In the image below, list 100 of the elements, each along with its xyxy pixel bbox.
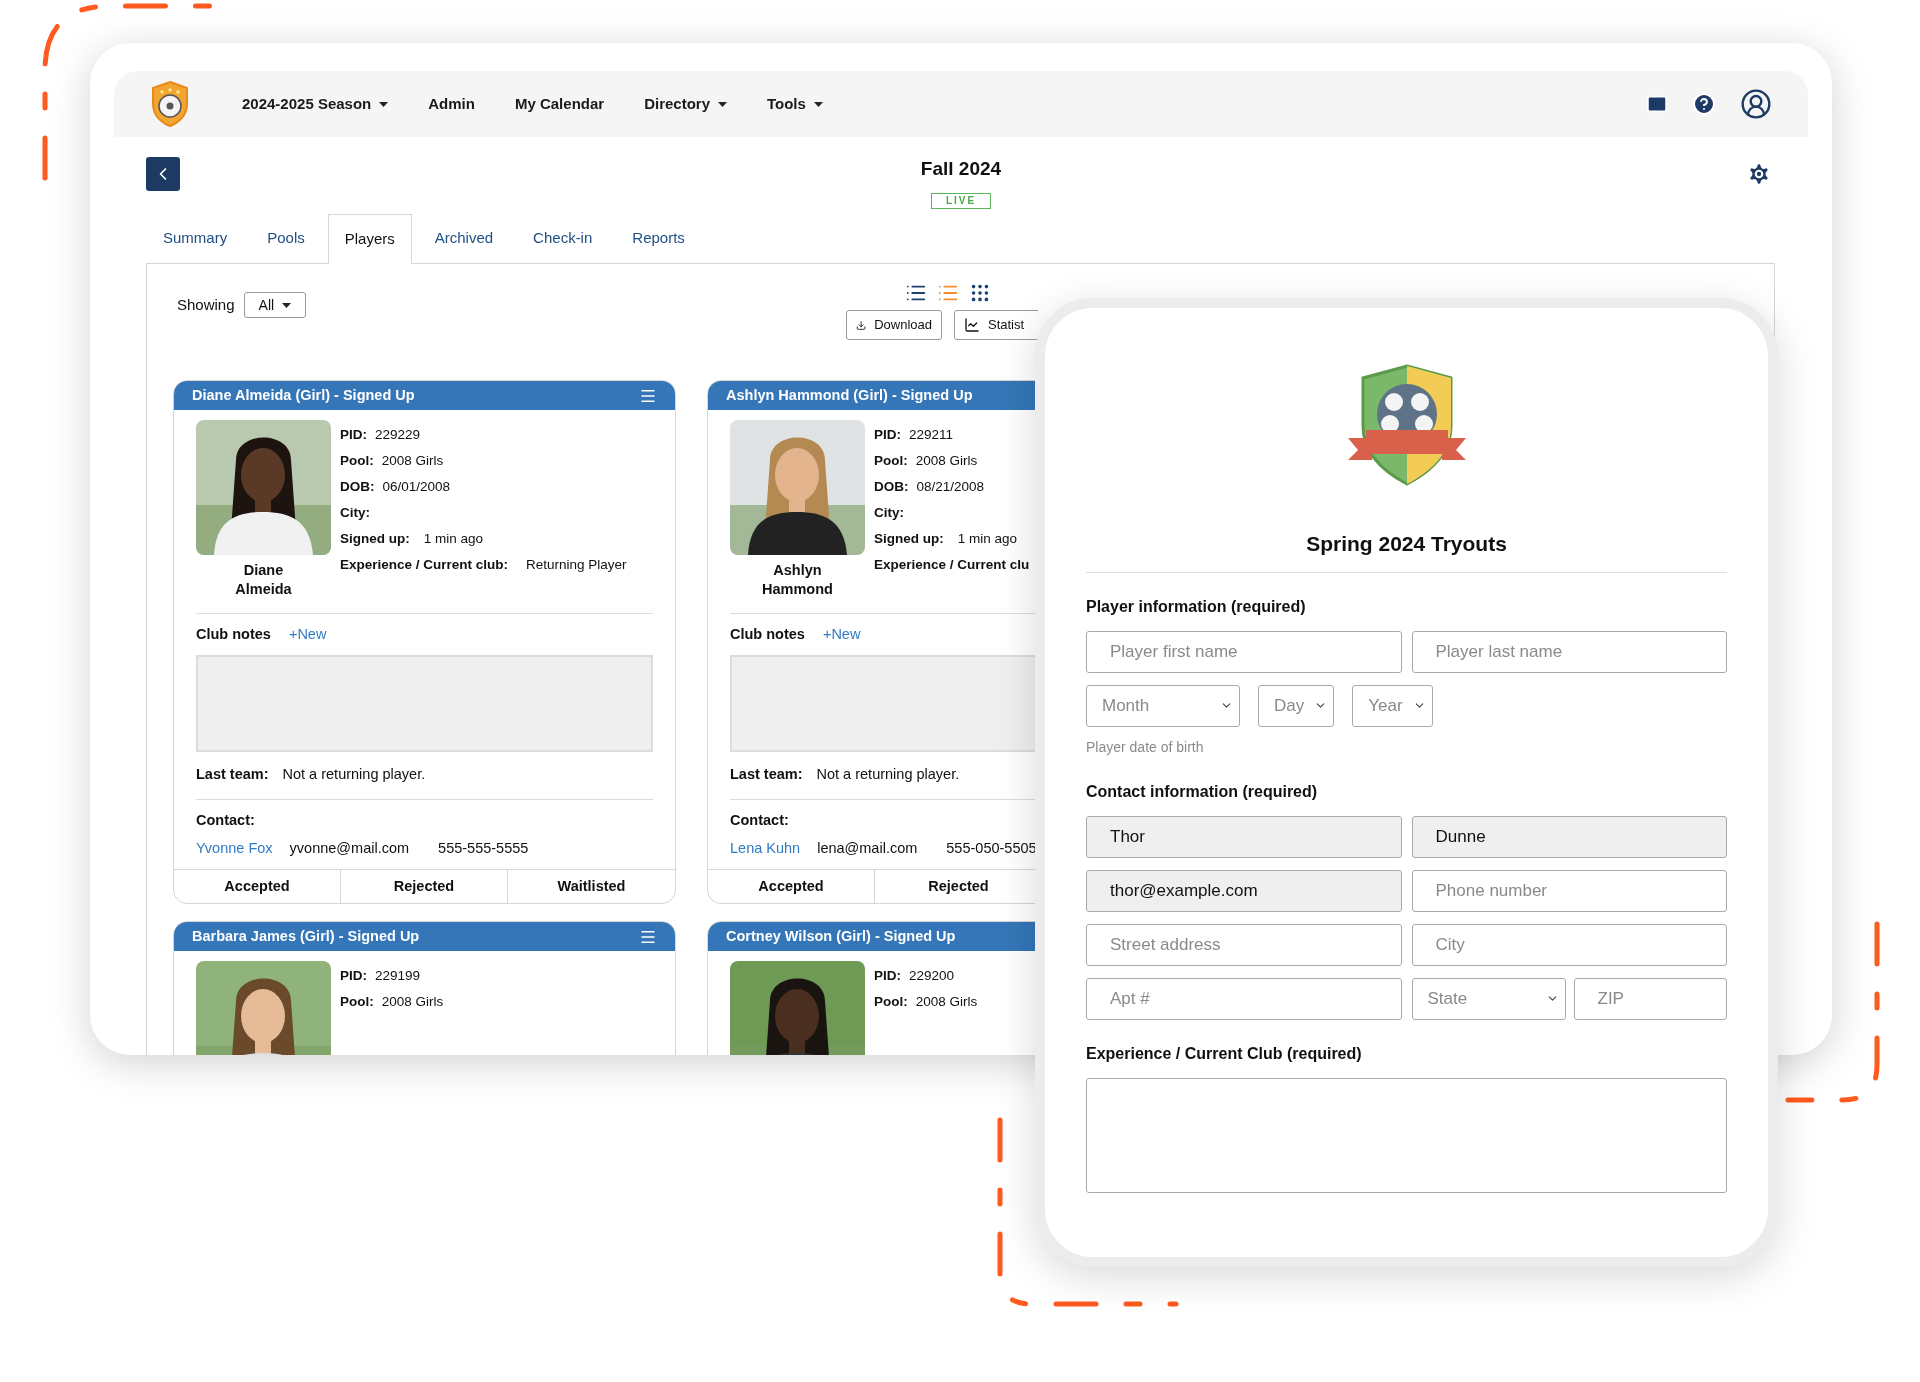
tab[interactable]: Pools: [250, 213, 322, 263]
card-title: Barbara James (Girl) - Signed Up: [192, 926, 420, 946]
section-heading: Player information (required): [1086, 596, 1307, 617]
player-name: Diane Almeida: [234, 561, 293, 599]
input-field[interactable]: ZIP: [1573, 977, 1727, 1020]
player-name: Ashlyn Hammond: [761, 561, 834, 599]
field-label: DOB:: [874, 477, 909, 496]
contact-email: lena@mail.com: [817, 839, 918, 859]
field-value: 229200: [909, 966, 955, 985]
select-field[interactable]: State: [1411, 977, 1566, 1020]
section-heading: Experience / Current Club (required): [1086, 1043, 1363, 1064]
caret-icon: [718, 101, 727, 107]
user-avatar-icon[interactable]: [1740, 88, 1772, 120]
caret-icon: [813, 101, 823, 107]
new-note-link[interactable]: +New: [822, 624, 861, 646]
field-value: 08/21/2008: [916, 477, 985, 496]
contact-label: Contact:: [730, 810, 790, 830]
field-value: 2008 Girls: [915, 992, 978, 1011]
input-field[interactable]: Street address: [1086, 923, 1402, 966]
field-label: PID:: [340, 966, 367, 985]
last-team-label: Last team:: [196, 764, 269, 784]
field-label: Experience / Current club:: [340, 555, 509, 574]
field-label: Experience / Current clu: [874, 555, 1030, 574]
field-value: 2008 Girls: [381, 451, 444, 470]
contact-name-link[interactable]: Lena Kuhn: [730, 838, 801, 860]
last-team-value: Not a returning player.: [816, 764, 960, 784]
new-note-link[interactable]: +New: [288, 624, 327, 646]
caret-icon: [282, 302, 292, 308]
status-button[interactable]: Rejected: [341, 870, 508, 903]
field-value: 1 min ago: [423, 529, 484, 548]
field-value: 2008 Girls: [381, 992, 444, 1011]
card-title: Cortney Wilson (Girl) - Signed Up: [726, 926, 956, 946]
input-field[interactable]: Dunne: [1411, 815, 1727, 858]
input-field[interactable]: Phone number: [1411, 869, 1727, 912]
crest-logo[interactable]: [150, 80, 190, 128]
nav-item[interactable]: 2024-2025 Season: [242, 92, 389, 116]
last-team-value: Not a returning player.: [282, 764, 426, 784]
field-value: 06/01/2008: [382, 477, 451, 496]
field-hint: Player date of birth: [1086, 737, 1205, 757]
field-label: Pool:: [340, 992, 374, 1011]
filter-dropdown[interactable]: All: [243, 292, 307, 318]
status-badge: LIVE: [930, 192, 992, 209]
nav-item[interactable]: Admin: [428, 92, 475, 116]
input-field[interactable]: Apt #: [1086, 977, 1402, 1020]
notes-label: Club notes: [196, 625, 271, 644]
input-field[interactable]: Player first name: [1086, 630, 1402, 673]
input-field[interactable]: thor@example.com: [1086, 869, 1402, 912]
page-title: Fall 2024: [920, 157, 1002, 181]
chart-icon: [964, 317, 980, 333]
last-team-label: Last team:: [730, 764, 803, 784]
field-value: 229229: [375, 425, 421, 444]
help-icon[interactable]: [1692, 92, 1716, 116]
action-button[interactable]: Download: [846, 310, 942, 340]
status-button[interactable]: Accepted: [174, 870, 341, 903]
tab[interactable]: Players: [327, 214, 412, 264]
contact-label: Contact:: [196, 810, 256, 830]
card-title: Ashlyn Hammond (Girl) - Signed Up: [726, 385, 973, 405]
field-label: PID:: [874, 966, 901, 985]
tab[interactable]: Archived: [417, 213, 511, 263]
nav-item[interactable]: Directory: [644, 92, 727, 116]
notes-label: Club notes: [730, 625, 805, 644]
field-label: Pool:: [874, 992, 908, 1011]
field-label: City:: [874, 503, 904, 522]
select-field[interactable]: Day: [1258, 684, 1335, 727]
field-value: 2008 Girls: [915, 451, 978, 470]
field-value: 229199: [375, 966, 421, 985]
tab[interactable]: Summary: [146, 213, 245, 263]
field-label: Signed up:: [874, 529, 944, 548]
field-label: Pool:: [340, 451, 374, 470]
input-field[interactable]: City: [1411, 923, 1727, 966]
select-field[interactable]: Year: [1352, 684, 1433, 727]
field-label: Signed up:: [340, 529, 410, 548]
status-button[interactable]: Rejected: [875, 870, 1038, 903]
field-label: DOB:: [340, 477, 375, 496]
caret-icon: [379, 101, 389, 107]
form-title: Spring 2024 Tryouts: [1306, 531, 1507, 557]
nav-item[interactable]: Tools: [767, 92, 823, 116]
nav-item[interactable]: My Calendar: [514, 92, 605, 116]
contact-phone: 555-050-5505: [946, 839, 1037, 859]
field-value: Returning Player: [526, 555, 627, 574]
field-label: PID:: [340, 425, 367, 444]
section-heading: Contact information (required): [1086, 781, 1319, 802]
field-value: 229211: [909, 425, 954, 444]
contact-name-link[interactable]: Yvonne Fox: [196, 838, 273, 860]
contact-phone: 555-555-5555: [438, 839, 529, 859]
status-button[interactable]: Waitlisted: [508, 870, 675, 903]
tab[interactable]: Check-in: [516, 213, 610, 263]
card-title: Diane Almeida (Girl) - Signed Up: [192, 385, 415, 405]
status-button[interactable]: Accepted: [708, 870, 875, 903]
field-label: PID:: [874, 425, 901, 444]
tab[interactable]: Reports: [615, 213, 702, 263]
contact-email: yvonne@mail.com: [289, 839, 410, 859]
field-label: Pool:: [874, 451, 908, 470]
back-button[interactable]: [146, 157, 180, 191]
grid-view-icon[interactable]: [969, 282, 991, 304]
field-label: City:: [340, 503, 370, 522]
filter-label: Showing: [177, 294, 235, 315]
field-value: 1 min ago: [957, 529, 1018, 548]
input-field[interactable]: Thor: [1086, 815, 1402, 858]
input-field[interactable]: Player last name: [1411, 630, 1727, 673]
